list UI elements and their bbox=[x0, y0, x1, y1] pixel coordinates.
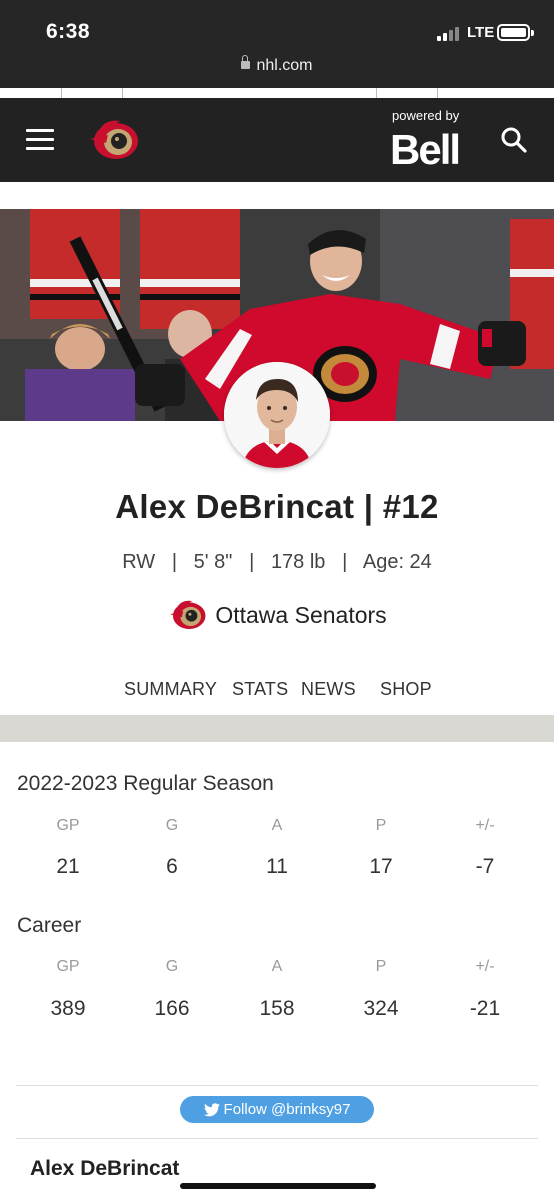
status-bar: 6:38 LTE nhl.com bbox=[0, 0, 554, 88]
team-link[interactable]: Ottawa Senators bbox=[0, 598, 554, 632]
player-name-heading: Alex DeBrincat | #12 bbox=[115, 488, 439, 525]
team-name: Ottawa Senators bbox=[215, 601, 387, 628]
career-a: 158 bbox=[259, 997, 295, 1020]
menu-icon[interactable] bbox=[26, 129, 54, 151]
tab-news[interactable]: NEWS bbox=[301, 679, 356, 700]
senators-logo-icon bbox=[170, 600, 206, 630]
senators-logo-icon[interactable] bbox=[86, 117, 140, 163]
sponsor-logo[interactable]: Bell bbox=[390, 126, 461, 174]
tab-shop[interactable]: SHOP bbox=[380, 679, 432, 700]
clock: 6:38 bbox=[46, 20, 91, 43]
signal-icon bbox=[437, 27, 463, 41]
tab-strip bbox=[0, 88, 554, 98]
career-stats-title: Career bbox=[17, 914, 82, 937]
follow-label: Follow @brinksy97 bbox=[223, 1101, 351, 1118]
twitter-bird-icon bbox=[203, 1103, 220, 1117]
career-gp: 389 bbox=[50, 997, 86, 1020]
tab-summary[interactable]: SUMMARY bbox=[124, 679, 217, 700]
tab-stats[interactable]: STATS bbox=[232, 679, 288, 700]
bio-section-title: Alex DeBrincat bbox=[30, 1157, 180, 1180]
career-g: 166 bbox=[154, 997, 190, 1020]
season-a: 11 bbox=[266, 855, 288, 878]
twitter-follow-button[interactable]: Follow @brinksy97 bbox=[180, 1096, 374, 1123]
section-divider bbox=[0, 715, 554, 742]
network-type: LTE bbox=[467, 24, 495, 41]
season-stats-title: 2022-2023 Regular Season bbox=[17, 772, 274, 795]
divider-line bbox=[16, 1138, 538, 1139]
stat-header-plus-minus: +/- bbox=[475, 958, 495, 975]
site-header: powered by Bell bbox=[0, 98, 554, 182]
stat-header-gp: GP bbox=[56, 958, 80, 975]
stat-header-p: P bbox=[375, 817, 387, 834]
stat-header-g: G bbox=[165, 958, 179, 975]
career-p: 324 bbox=[363, 997, 399, 1020]
player-tabs: SUMMARY STATS NEWS SHOP bbox=[0, 679, 554, 703]
search-icon[interactable] bbox=[500, 126, 528, 154]
stat-header-plus-minus: +/- bbox=[475, 817, 495, 834]
season-gp: 21 bbox=[56, 855, 80, 878]
stat-header-a: A bbox=[271, 958, 283, 975]
url-text: nhl.com bbox=[256, 57, 313, 74]
divider-line bbox=[16, 1085, 538, 1086]
powered-by-label: powered by bbox=[392, 108, 460, 123]
player-bio: RW | 5' 8" | 178 lb | Age: 24 bbox=[122, 551, 432, 573]
season-p: 17 bbox=[369, 855, 393, 878]
stat-header-gp: GP bbox=[56, 817, 80, 834]
stat-header-g: G bbox=[165, 817, 179, 834]
season-plus-minus: -7 bbox=[475, 855, 495, 878]
stat-header-a: A bbox=[271, 817, 283, 834]
season-g: 6 bbox=[166, 855, 178, 878]
address-bar[interactable]: nhl.com bbox=[0, 55, 554, 75]
player-headshot bbox=[224, 362, 330, 468]
lock-icon bbox=[241, 55, 251, 69]
home-indicator[interactable] bbox=[180, 1183, 376, 1189]
battery-icon bbox=[497, 24, 534, 41]
career-plus-minus: -21 bbox=[469, 997, 501, 1020]
stat-header-p: P bbox=[375, 958, 387, 975]
